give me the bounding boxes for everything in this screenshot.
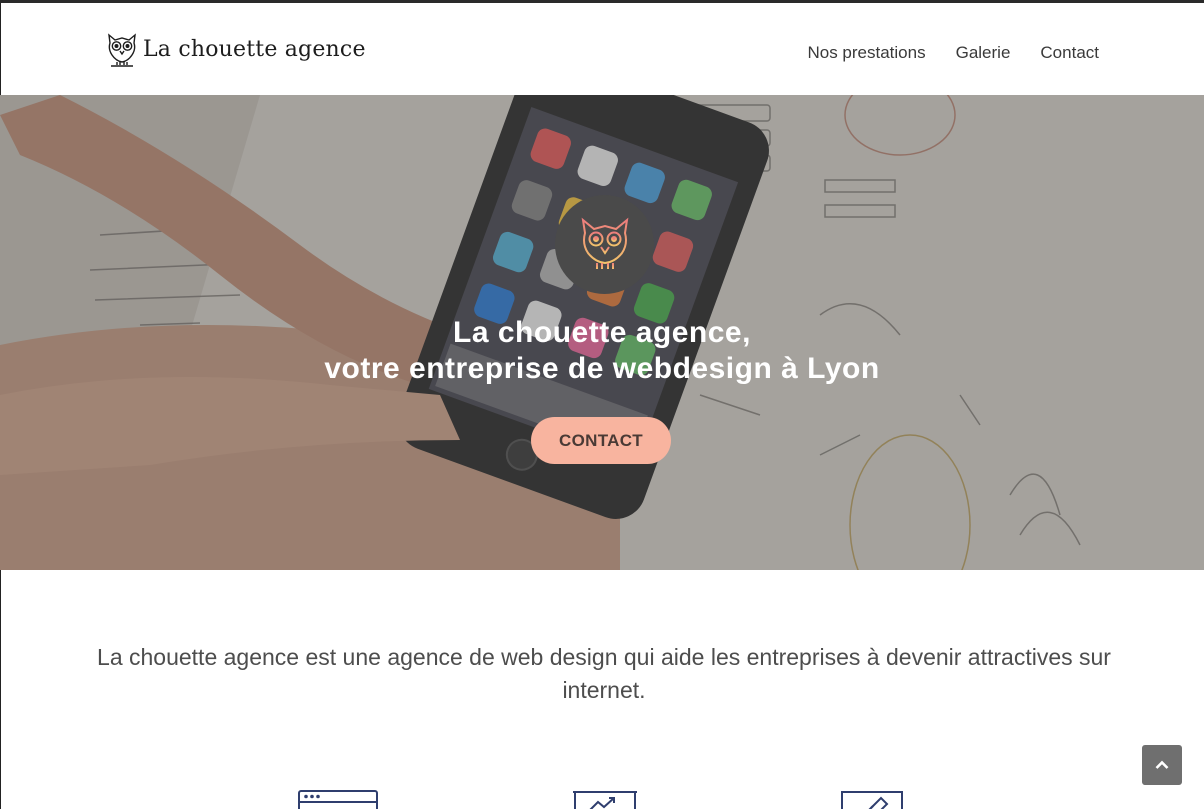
main-nav: Nos prestations Galerie Contact [807,43,1099,63]
scroll-to-top-button[interactable] [1142,745,1182,785]
contact-button[interactable]: CONTACT [531,417,671,464]
nav-link-contact[interactable]: Contact [1040,43,1099,63]
image-edit-icon [841,788,903,809]
intro-text: La chouette agence est une agence de web… [97,644,1111,703]
hero-title-line1: La chouette agence, [453,316,751,349]
browser-window-icon [298,788,378,809]
presentation-chart-icon [572,788,638,809]
hero-title: La chouette agence, votre entreprise de … [0,315,1204,387]
hero-owl-badge [555,195,654,294]
chevron-up-icon [1155,760,1169,769]
site-logo[interactable]: La chouette agence [105,31,366,67]
nav-link-galerie[interactable]: Galerie [956,43,1011,63]
hero-section: La chouette agence, votre entreprise de … [0,95,1204,570]
hero-title-line2: votre entreprise de webdesign à Lyon [324,352,880,385]
logo-text: La chouette agence [143,36,366,62]
owl-icon [581,217,628,272]
intro-section: La chouette agence est une agence de web… [0,570,1204,809]
owl-icon [108,33,136,67]
site-header: La chouette agence Nos prestations Galer… [0,3,1204,95]
nav-link-prestations[interactable]: Nos prestations [807,43,925,63]
